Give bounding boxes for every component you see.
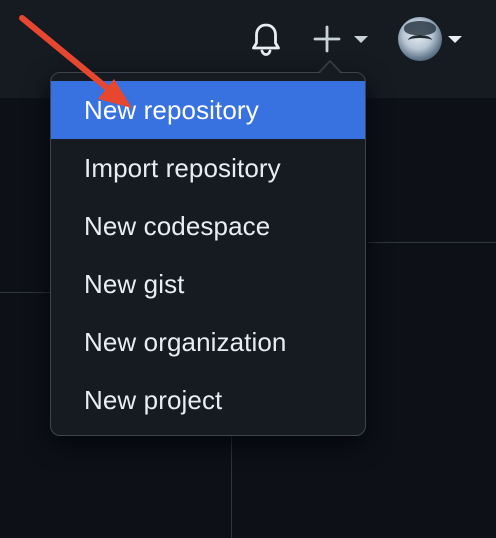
bell-icon [252, 23, 280, 56]
menu-item-label: New gist [84, 268, 185, 299]
divider-line [231, 436, 232, 538]
menu-item-label: Import repository [84, 152, 281, 183]
menu-item-new-organization[interactable]: New organization [51, 313, 365, 371]
dropdown-pointer-fill [320, 62, 340, 73]
user-menu-button[interactable] [398, 17, 468, 61]
divider-line [368, 242, 496, 243]
chevron-down-icon [448, 35, 462, 43]
menu-item-label: New organization [84, 326, 287, 357]
menu-item-new-codespace[interactable]: New codespace [51, 197, 365, 255]
menu-item-label: New repository [84, 94, 259, 125]
notifications-button[interactable] [250, 22, 282, 56]
avatar [398, 17, 442, 61]
chevron-down-icon [354, 35, 368, 43]
menu-item-new-repository[interactable]: New repository [51, 81, 365, 139]
create-menu: New repository Import repository New cod… [51, 81, 365, 429]
create-new-button[interactable] [312, 22, 372, 56]
menu-item-new-gist[interactable]: New gist [51, 255, 365, 313]
divider-line [0, 292, 51, 293]
menu-item-new-project[interactable]: New project [51, 371, 365, 429]
create-new-dropdown: New repository Import repository New cod… [50, 72, 366, 436]
menu-item-label: New project [84, 384, 223, 415]
menu-item-label: New codespace [84, 210, 271, 241]
menu-item-import-repository[interactable]: Import repository [51, 139, 365, 197]
plus-icon [313, 25, 341, 53]
